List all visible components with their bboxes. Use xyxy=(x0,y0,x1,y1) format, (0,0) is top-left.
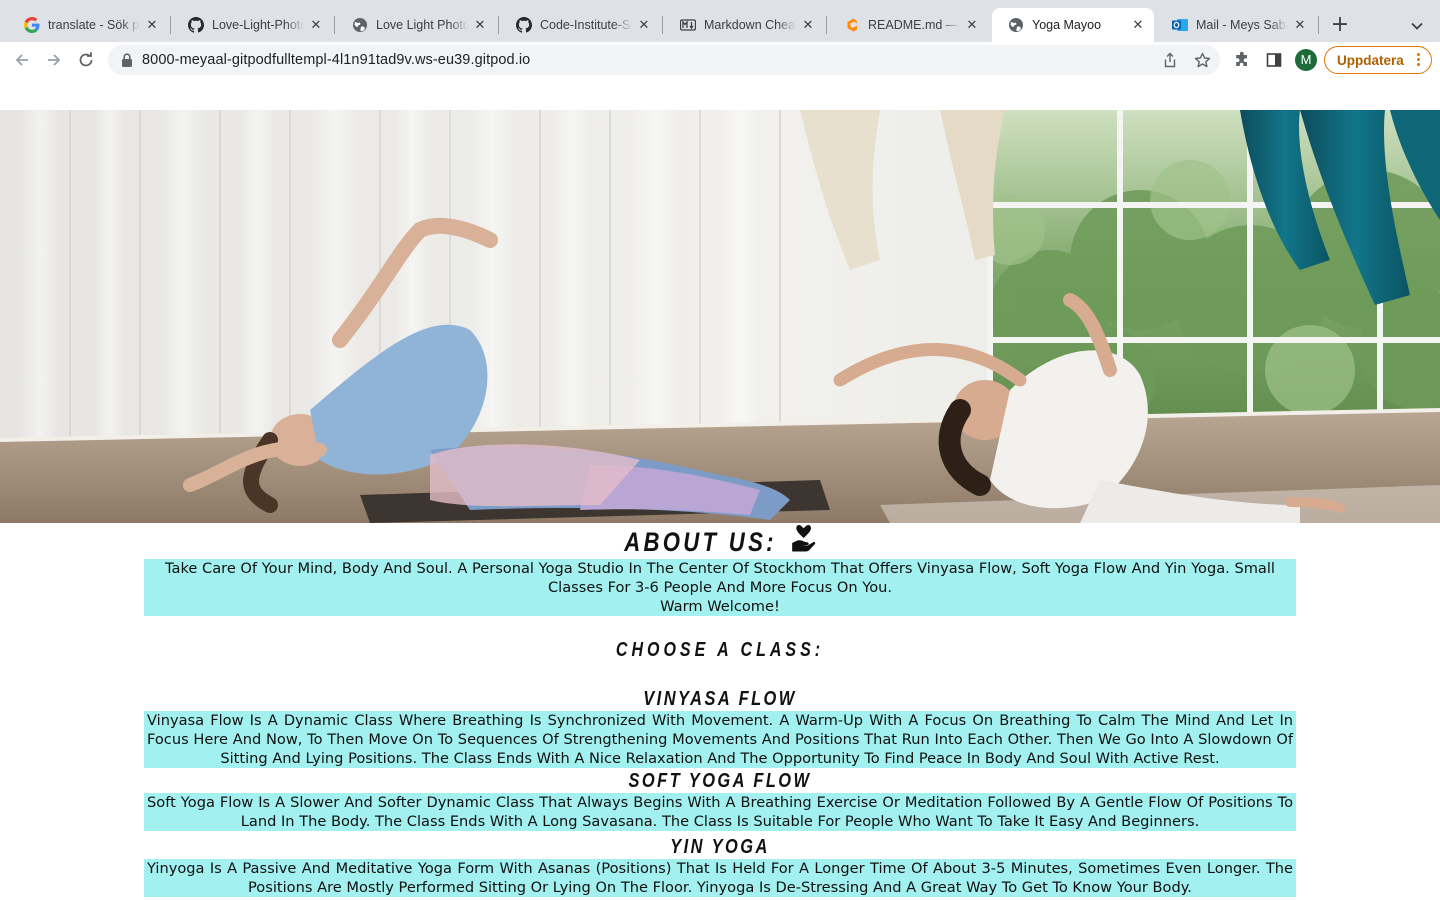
about-welcome: Warm Welcome! xyxy=(660,598,780,615)
about-text-box: Take Care Of Your Mind, Body And Soul. A… xyxy=(144,559,1296,616)
tab-yoga-mayoo[interactable]: Yoga Mayoo ✕ xyxy=(992,8,1154,42)
tab-title: translate - Sök på Google xyxy=(48,18,140,32)
tab-title: Love Light Photography xyxy=(376,18,468,32)
extensions-icon[interactable] xyxy=(1231,49,1253,71)
update-button[interactable]: Uppdatera xyxy=(1324,46,1432,74)
tab-title: Markdown Cheatsheet xyxy=(704,18,796,32)
tab-translate[interactable]: translate - Sök på Google ✕ xyxy=(8,8,168,42)
tab-search-button[interactable] xyxy=(1405,14,1429,38)
outlook-icon xyxy=(1172,17,1188,33)
close-icon[interactable]: ✕ xyxy=(1130,17,1146,33)
tab-mail-outlook[interactable]: Mail - Meys Sabaan ✕ xyxy=(1156,8,1316,42)
update-button-label: Uppdatera xyxy=(1337,52,1404,68)
tab-title: Mail - Meys Sabaan xyxy=(1196,18,1288,32)
close-icon[interactable]: ✕ xyxy=(144,17,160,33)
reload-icon xyxy=(79,52,93,67)
close-icon[interactable]: ✕ xyxy=(472,17,488,33)
close-icon[interactable]: ✕ xyxy=(636,17,652,33)
google-icon xyxy=(24,17,40,33)
close-icon[interactable]: ✕ xyxy=(308,17,324,33)
yin-yoga-title: YIN YOGA xyxy=(670,836,770,858)
soft-yoga-flow-description: Soft Yoga Flow Is A Slower And Softer Dy… xyxy=(144,793,1296,831)
browser-toolbar: 8000-meyaal-gitpodfulltempl-4l1n91tad9v.… xyxy=(0,42,1440,78)
reload-button[interactable] xyxy=(74,48,98,72)
yin-yoga-description: Yinyoga Is A Passive And Meditative Yoga… xyxy=(144,859,1296,897)
markdown-icon xyxy=(680,17,696,33)
globe-icon xyxy=(352,17,368,33)
gitpod-icon xyxy=(844,17,860,33)
vinyasa-flow-description: Vinyasa Flow Is A Dynamic Class Where Br… xyxy=(144,711,1296,768)
lock-icon[interactable] xyxy=(120,52,134,68)
arrow-left-icon xyxy=(15,54,28,66)
url-text[interactable]: 8000-meyaal-gitpodfulltempl-4l1n91tad9v.… xyxy=(142,52,530,68)
tab-strip: translate - Sök på Google ✕ Love-Light-P… xyxy=(0,0,1440,42)
tab-love-light-github[interactable]: Love-Light-Photography ✕ xyxy=(172,8,332,42)
about-heading-text: ABOUT US: xyxy=(624,527,777,557)
github-icon xyxy=(188,17,204,33)
arrow-right-icon xyxy=(48,54,61,66)
vinyasa-flow-title: VINYASA FLOW xyxy=(643,688,797,710)
tab-separator xyxy=(1318,16,1319,34)
tab-title: Yoga Mayoo xyxy=(1032,18,1102,32)
tab-love-light-site[interactable]: Love Light Photography ✕ xyxy=(336,8,496,42)
close-icon[interactable]: ✕ xyxy=(964,17,980,33)
web-page: ABOUT US: Take Care Of Your Mind, Body A… xyxy=(0,78,1440,900)
tab-separator xyxy=(334,16,335,34)
back-button[interactable] xyxy=(10,48,34,72)
tab-markdown-cheatsheet[interactable]: Markdown Cheatsheet ✕ xyxy=(664,8,824,42)
choose-class-heading: CHOOSE A CLASS: xyxy=(615,639,825,661)
tab-separator xyxy=(170,16,171,34)
tab-separator xyxy=(826,16,827,34)
tab-separator xyxy=(662,16,663,34)
github-icon xyxy=(516,17,532,33)
hero-image xyxy=(0,110,1440,523)
main-content: ABOUT US: Take Care Of Your Mind, Body A… xyxy=(144,523,1296,897)
bookmark-star-icon[interactable] xyxy=(1192,50,1212,70)
side-panel-icon[interactable] xyxy=(1263,49,1285,71)
soft-yoga-flow-title: SOFT YOGA FLOW xyxy=(628,770,812,792)
forward-button[interactable] xyxy=(42,48,66,72)
globe-icon xyxy=(1008,17,1024,33)
profile-avatar[interactable]: M xyxy=(1295,49,1317,71)
tab-code-institute[interactable]: Code-Institute-Solutions ✕ xyxy=(500,8,660,42)
yoga-studio-photo xyxy=(0,110,1440,523)
more-vert-icon xyxy=(1417,52,1421,68)
close-icon[interactable]: ✕ xyxy=(1292,17,1308,33)
share-icon[interactable] xyxy=(1160,50,1180,70)
tab-separator xyxy=(498,16,499,34)
close-icon[interactable]: ✕ xyxy=(800,17,816,33)
new-tab-button[interactable]: + xyxy=(1326,12,1354,40)
about-description: Take Care Of Your Mind, Body And Soul. A… xyxy=(165,560,1275,596)
about-heading: ABOUT US: xyxy=(248,523,1193,559)
tab-title: README.md — gitpod xyxy=(868,18,960,32)
tab-title: Love-Light-Photography xyxy=(212,18,304,32)
address-bar[interactable]: 8000-meyaal-gitpodfulltempl-4l1n91tad9v.… xyxy=(108,45,1220,75)
chevron-down-icon xyxy=(1411,22,1423,30)
tab-readme-gitpod[interactable]: README.md — gitpod ✕ xyxy=(828,8,988,42)
hand-holding-heart-icon xyxy=(791,524,816,563)
tab-title: Code-Institute-Solutions xyxy=(540,18,632,32)
